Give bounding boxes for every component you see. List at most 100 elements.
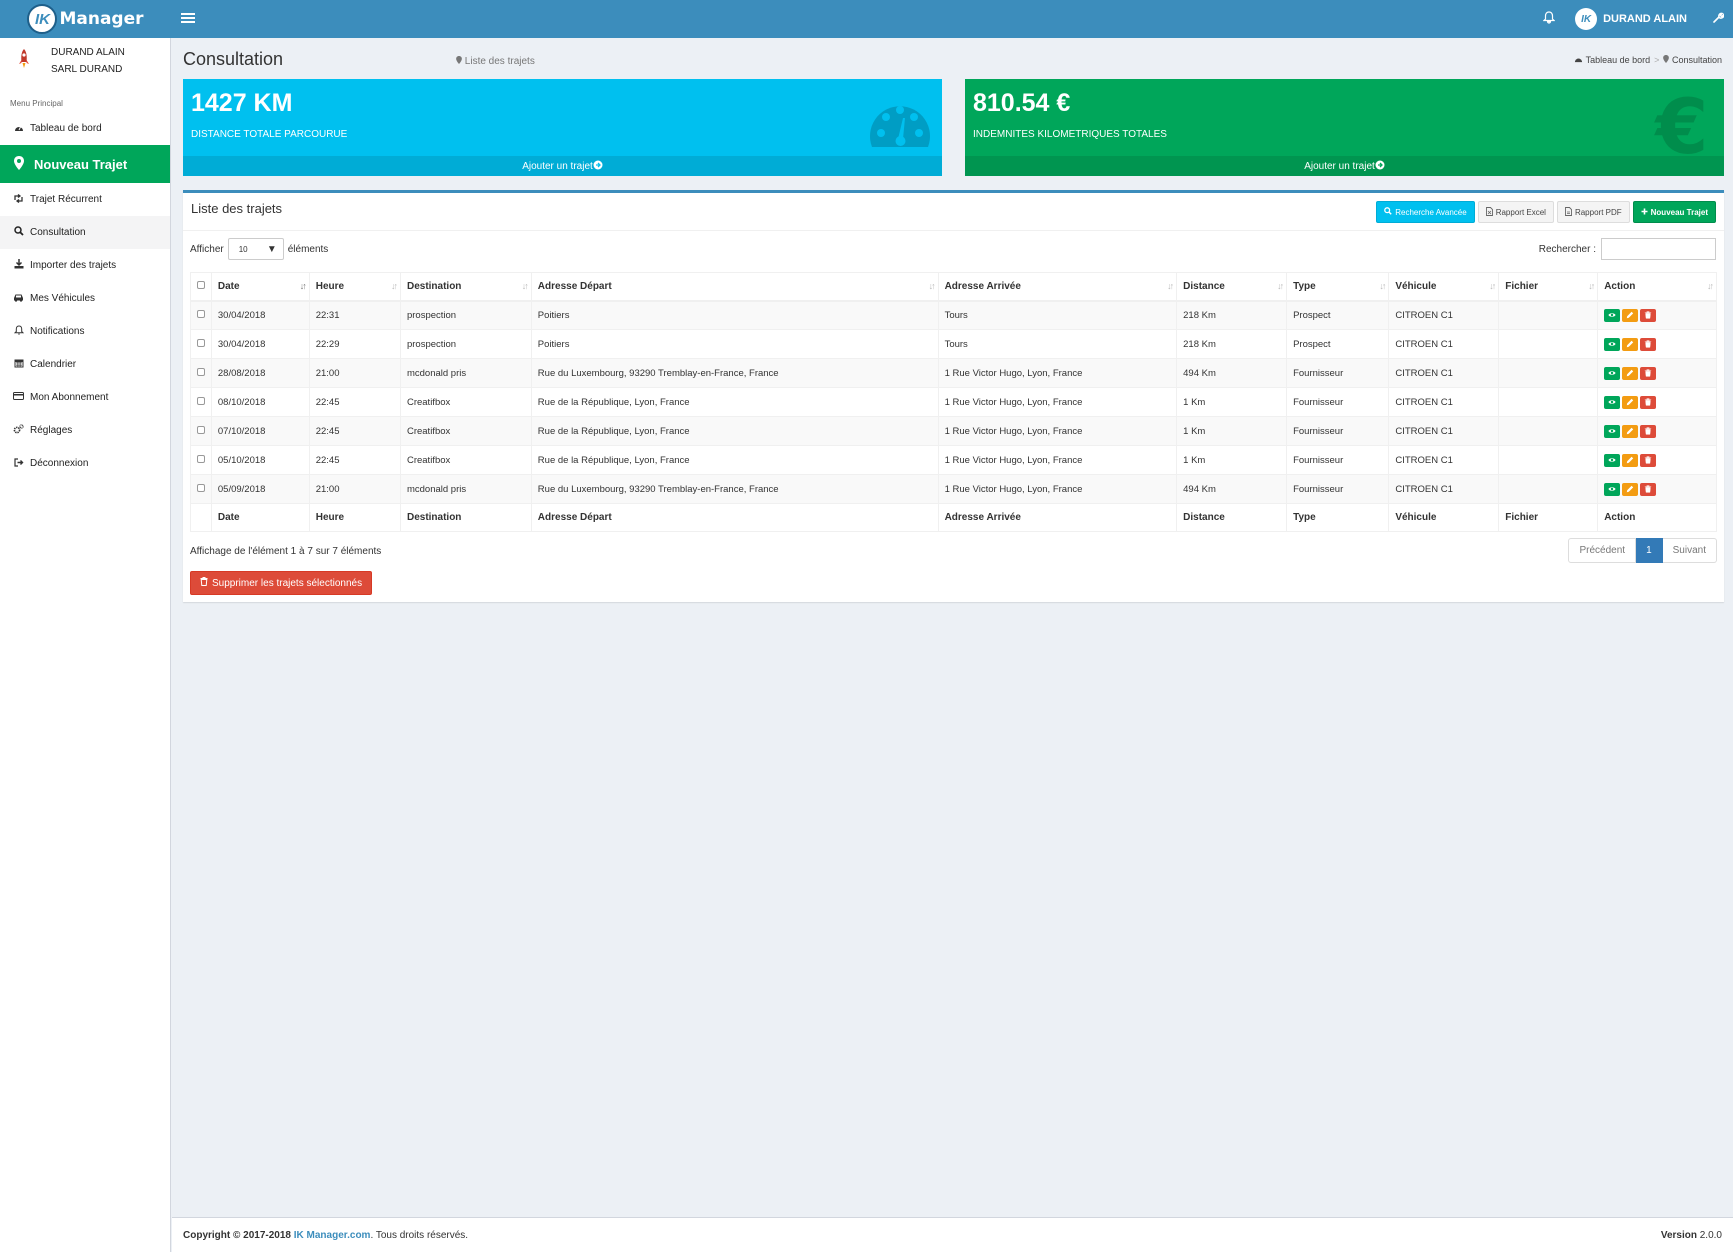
view-button[interactable] xyxy=(1604,482,1621,496)
view-button[interactable] xyxy=(1604,308,1621,322)
sidebar-item-import[interactable]: Importer des trajets xyxy=(0,249,170,282)
delete-selected-button[interactable]: Supprimer les trajets sélectionnés xyxy=(190,571,373,595)
sidebar-item-settings[interactable]: Réglages xyxy=(0,414,170,447)
add-trip-link-distance[interactable]: Ajouter un trajet xyxy=(183,156,942,176)
dashboard-icon xyxy=(13,123,24,135)
row-checkbox[interactable] xyxy=(197,367,205,376)
delete-button[interactable] xyxy=(1640,395,1657,409)
edit-button[interactable] xyxy=(1622,337,1639,351)
table-row[interactable]: 08/10/2018 22:45 Creatifbox Rue de la Répub… xyxy=(190,387,1717,417)
cell-destination: mcdonald pris xyxy=(399,358,532,388)
column-header-type[interactable]: Type ↓↑ xyxy=(1286,272,1390,302)
cell-destination: Creatifbox xyxy=(399,445,532,475)
column-header-action[interactable]: Action ↓↑ xyxy=(1597,272,1717,302)
column-footer-depart: Adresse Départ xyxy=(530,503,939,532)
row-checkbox[interactable] xyxy=(197,454,205,463)
edit-button[interactable] xyxy=(1622,366,1639,380)
row-actions xyxy=(1604,453,1710,467)
row-checkbox[interactable] xyxy=(197,396,205,405)
column-header-label: Heure xyxy=(315,280,345,292)
sidebar-item-calendar[interactable]: Calendrier xyxy=(0,348,170,381)
table-row[interactable]: 28/08/2018 21:00 mcdonald pris Rue du Luxem… xyxy=(190,358,1717,388)
advanced-search-button[interactable]: Recherche Avancée xyxy=(1376,201,1475,223)
row-checkbox[interactable] xyxy=(197,309,205,318)
sidebar-item-vehicles[interactable]: Mes Véhicules xyxy=(0,282,170,315)
table-row[interactable]: 07/10/2018 22:45 Creatifbox Rue de la Répub… xyxy=(190,416,1717,446)
sidebar-item-notifications[interactable]: Notifications xyxy=(0,315,170,348)
view-button[interactable] xyxy=(1604,395,1621,409)
breadcrumb-home[interactable]: Tableau de bord xyxy=(1574,55,1650,65)
user-menu[interactable]: IK DURAND ALAIN xyxy=(1569,8,1703,30)
column-header-heure[interactable]: Heure ↓↑ xyxy=(308,272,401,302)
table-row[interactable]: 30/04/2018 22:29 prospection Poitiers Tours 2… xyxy=(190,329,1717,359)
edit-button[interactable] xyxy=(1622,395,1639,409)
column-header-depart[interactable]: Adresse Départ ↓↑ xyxy=(530,272,939,302)
sidebar-item-dashboard[interactable]: Tableau de bord xyxy=(0,112,170,145)
row-checkbox[interactable] xyxy=(197,483,205,492)
table-row[interactable]: 05/09/2018 21:00 mcdonald pris Rue du Luxem… xyxy=(190,474,1717,504)
cell-arrivee: 1 Rue Victor Hugo, Lyon, France xyxy=(937,416,1178,446)
column-header-date[interactable]: Date ↓↑ xyxy=(210,272,310,302)
edit-button[interactable] xyxy=(1622,308,1639,322)
sidebar-item-recurring-trip[interactable]: Trajet Récurrent xyxy=(0,183,170,216)
pagination-page-1[interactable]: 1 xyxy=(1636,538,1663,563)
column-header-distance[interactable]: Distance ↓↑ xyxy=(1176,272,1288,302)
search-input[interactable] xyxy=(1601,238,1716,260)
site-link[interactable]: IK Manager.com xyxy=(294,1230,371,1241)
user-name: DURAND ALAIN xyxy=(1603,13,1687,25)
pagination: Précédent 1 Suivant xyxy=(1568,538,1717,563)
column-header-vehicule[interactable]: Véhicule ↓↑ xyxy=(1388,272,1500,302)
add-trip-link-indemnity[interactable]: Ajouter un trajet xyxy=(965,156,1724,176)
pdf-report-button[interactable]: Rapport PDF xyxy=(1556,201,1630,223)
cell-action xyxy=(1597,474,1717,504)
pagination-next[interactable]: Suivant xyxy=(1662,538,1717,563)
cell-type: Fournisseur xyxy=(1286,358,1390,388)
row-checkbox[interactable] xyxy=(197,338,205,347)
column-footer-heure: Heure xyxy=(308,503,401,532)
new-trip-button[interactable]: Nouveau Trajet xyxy=(1632,201,1716,223)
delete-button[interactable] xyxy=(1640,482,1657,496)
sidebar-toggle-icon[interactable] xyxy=(181,11,195,25)
column-header-fichier[interactable]: Fichier ↓↑ xyxy=(1498,272,1599,302)
column-header-arrivee[interactable]: Adresse Arrivée ↓↑ xyxy=(937,272,1178,302)
user-panel: DURAND ALAIN SARL DURAND xyxy=(0,38,170,84)
search-icon xyxy=(1384,207,1392,217)
column-header-destination[interactable]: Destination ↓↑ xyxy=(399,272,532,302)
edit-button[interactable] xyxy=(1622,482,1639,496)
delete-button[interactable] xyxy=(1640,308,1657,322)
car-icon xyxy=(13,293,24,305)
row-checkbox[interactable] xyxy=(197,425,205,434)
edit-button[interactable] xyxy=(1622,424,1639,438)
wrench-icon[interactable] xyxy=(1703,12,1733,27)
pagination-previous[interactable]: Précédent xyxy=(1568,538,1637,563)
breadcrumb-home-label: Tableau de bord xyxy=(1585,55,1651,65)
select-all-checkbox[interactable] xyxy=(197,280,205,289)
excel-report-button[interactable]: Rapport Excel xyxy=(1477,201,1554,223)
app-logo[interactable]: IK Manager xyxy=(0,0,171,38)
table-row[interactable]: 30/04/2018 22:31 prospection Poitiers Tours 2… xyxy=(190,300,1717,330)
sidebar-item-subscription[interactable]: Mon Abonnement xyxy=(0,381,170,414)
page-length-select[interactable]: 10 ▼ xyxy=(227,238,284,260)
delete-button[interactable] xyxy=(1640,453,1657,467)
delete-button[interactable] xyxy=(1640,424,1657,438)
copyright-text: Copyright © 2017-2018 xyxy=(183,1230,291,1241)
sidebar-item-new-trip[interactable]: Nouveau Trajet xyxy=(0,145,170,183)
new-trip-label: Nouveau Trajet xyxy=(1650,207,1708,217)
view-button[interactable] xyxy=(1604,453,1621,467)
sidebar-item-logout[interactable]: Déconnexion xyxy=(0,447,170,480)
arrow-circle-right-icon xyxy=(593,160,603,173)
view-button[interactable] xyxy=(1604,337,1621,351)
cell-date: 30/04/2018 xyxy=(210,300,310,330)
logo-badge: IK xyxy=(27,4,58,34)
table-row[interactable]: 05/10/2018 22:45 Creatifbox Rue de la Répub… xyxy=(190,445,1717,475)
edit-button[interactable] xyxy=(1622,453,1639,467)
view-button[interactable] xyxy=(1604,424,1621,438)
view-button[interactable] xyxy=(1604,366,1621,380)
row-select-cell xyxy=(190,387,212,417)
sidebar-item-consultation[interactable]: Consultation xyxy=(0,216,170,249)
delete-button[interactable] xyxy=(1640,337,1657,351)
notifications-bell-icon[interactable] xyxy=(1529,11,1569,27)
cell-fichier xyxy=(1498,445,1599,475)
delete-button[interactable] xyxy=(1640,366,1657,380)
cell-action xyxy=(1597,445,1717,475)
